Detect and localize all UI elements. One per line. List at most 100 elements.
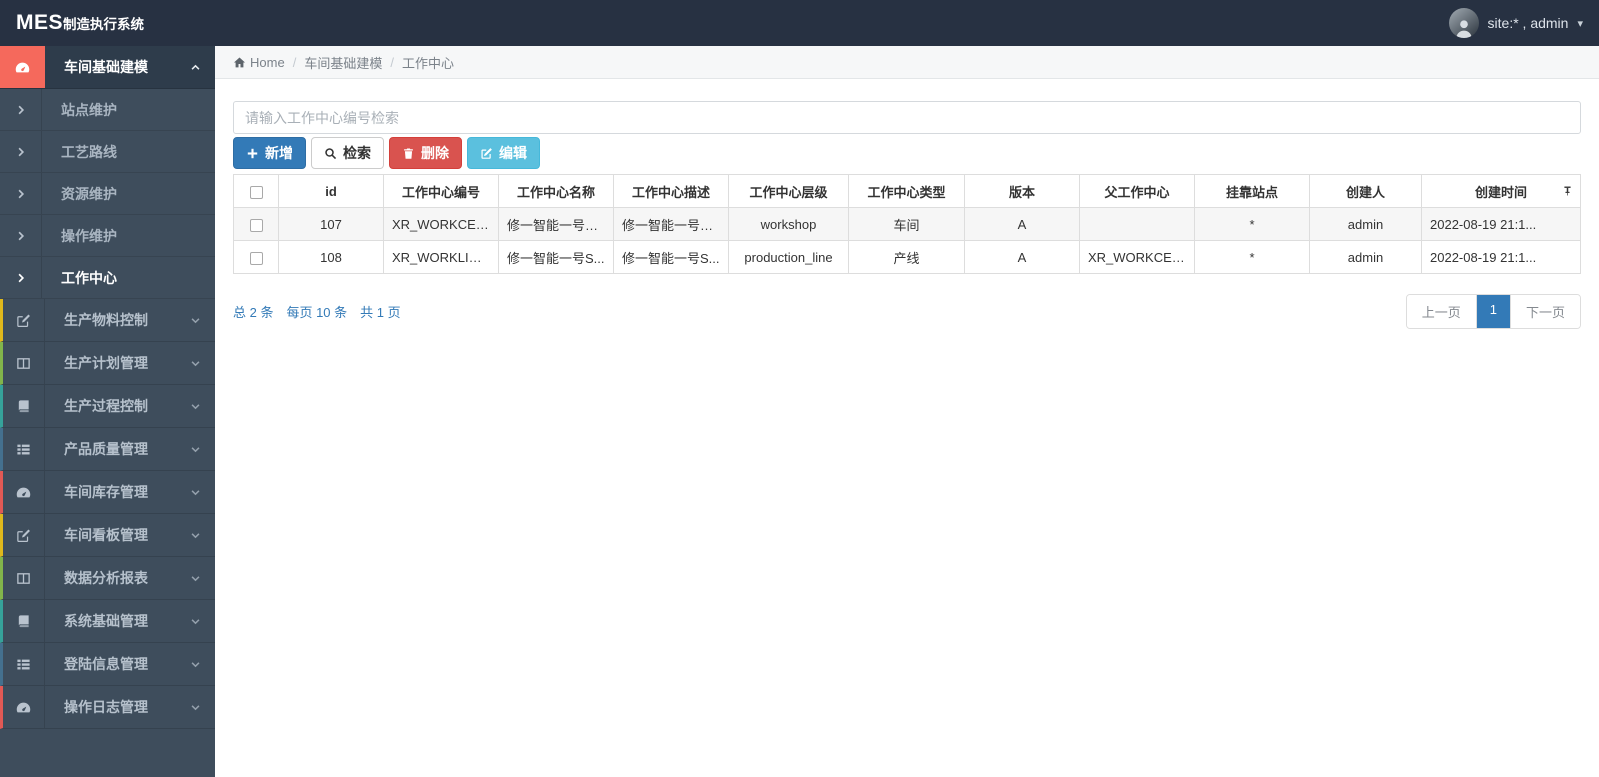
sidebar-item-label: 操作维护	[61, 227, 117, 244]
chevron-right-icon	[0, 89, 42, 130]
pagination-page-count[interactable]: 共 1 页	[360, 302, 400, 321]
pin-icon[interactable]	[1562, 186, 1573, 197]
add-button[interactable]: 新增	[233, 137, 306, 169]
cell-name: 修一智能一号S...	[498, 240, 614, 274]
user-menu[interactable]: site:* , admin ▾	[1448, 8, 1583, 38]
col-header-creator[interactable]: 创建人	[1309, 174, 1422, 208]
sidebar-section-system-basic-management[interactable]: 系统基础管理	[0, 600, 215, 643]
sidebar-section-workshop-modeling[interactable]: 车间基础建模	[0, 46, 215, 89]
cell-station: *	[1194, 240, 1310, 274]
row-checkbox[interactable]	[249, 218, 263, 232]
sidebar-section-inventory-management[interactable]: 车间库存管理	[0, 471, 215, 514]
col-header-version[interactable]: 版本	[964, 174, 1080, 208]
sidebar-item-work-center[interactable]: 工作中心	[0, 257, 215, 299]
col-header-parent[interactable]: 父工作中心	[1079, 174, 1195, 208]
chevron-right-icon	[0, 257, 42, 298]
col-header-created[interactable]: 创建时间	[1421, 174, 1581, 208]
list-icon	[3, 428, 45, 470]
sidebar-section-login-info-management[interactable]: 登陆信息管理	[0, 643, 215, 686]
row-checkbox[interactable]	[249, 251, 263, 265]
cell-code: XR_WORKLINE...	[383, 240, 499, 274]
sidebar-section-label: 车间看板管理	[64, 527, 148, 543]
cell-level: workshop	[728, 207, 849, 241]
breadcrumb-separator: /	[292, 54, 297, 70]
chevron-down-icon	[190, 401, 215, 412]
cell-code: XR_WORKCEN...	[383, 207, 499, 241]
sidebar-section-kanban-management[interactable]: 车间看板管理	[0, 514, 215, 557]
chevron-down-icon	[190, 444, 215, 455]
col-header-code[interactable]: 工作中心编号	[383, 174, 499, 208]
pagination: 总 2 条 每页 10 条 共 1 页 上一页 1 下一页	[233, 294, 1581, 329]
pagination-total[interactable]: 总 2 条	[233, 302, 273, 321]
sidebar-section-quality-management[interactable]: 产品质量管理	[0, 428, 215, 471]
cell-level: production_line	[728, 240, 849, 274]
book-icon	[3, 385, 45, 427]
col-header-name[interactable]: 工作中心名称	[498, 174, 614, 208]
columns-icon	[3, 557, 45, 599]
col-header-station[interactable]: 挂靠站点	[1194, 174, 1310, 208]
sidebar-item-label: 工艺路线	[61, 143, 117, 160]
sidebar-section-process-control[interactable]: 生产过程控制	[0, 385, 215, 428]
sidebar-section-plan-management[interactable]: 生产计划管理	[0, 342, 215, 385]
search-button-label: 检索	[343, 145, 371, 161]
breadcrumb: Home / 车间基础建模 / 工作中心	[215, 46, 1599, 79]
chevron-down-icon	[190, 358, 215, 369]
gauge-icon	[3, 471, 45, 513]
cell-id: 107	[278, 207, 384, 241]
chevron-right-icon	[0, 131, 42, 172]
sidebar-section-label: 数据分析报表	[64, 570, 148, 586]
sidebar-item-resource-maintenance[interactable]: 资源维护	[0, 173, 215, 215]
pencil-icon	[3, 514, 45, 556]
sidebar-section-label: 系统基础管理	[64, 613, 148, 629]
add-button-label: 新增	[265, 145, 293, 161]
gauge-icon	[3, 686, 45, 728]
table-row[interactable]: 108 XR_WORKLINE... 修一智能一号S... 修一智能一号S...…	[233, 240, 1581, 274]
sidebar-item-operation-maintenance[interactable]: 操作维护	[0, 215, 215, 257]
edit-button-label: 编辑	[499, 145, 527, 161]
search-button[interactable]: 检索	[311, 137, 384, 169]
sidebar-section-data-analysis-reports[interactable]: 数据分析报表	[0, 557, 215, 600]
next-page-button[interactable]: 下一页	[1509, 295, 1580, 328]
delete-button[interactable]: 删除	[389, 137, 462, 169]
chevron-down-icon	[190, 315, 215, 326]
sidebar-item-process-route[interactable]: 工艺路线	[0, 131, 215, 173]
breadcrumb-level1[interactable]: 车间基础建模	[304, 53, 382, 72]
col-header-level[interactable]: 工作中心层级	[728, 174, 849, 208]
user-avatar	[1448, 8, 1479, 38]
col-header-desc[interactable]: 工作中心描述	[613, 174, 729, 208]
prev-page-button[interactable]: 上一页	[1406, 295, 1477, 328]
row-checkbox-cell	[233, 240, 279, 274]
sidebar-section-operation-log-management[interactable]: 操作日志管理	[0, 686, 215, 729]
sidebar-item-label: 工作中心	[61, 269, 117, 286]
cell-creator: admin	[1309, 240, 1422, 274]
sidebar-section-material-control[interactable]: 生产物料控制	[0, 299, 215, 342]
chevron-down-icon	[190, 616, 215, 627]
edit-button[interactable]: 编辑	[467, 137, 540, 169]
sidebar-section-label: 登陆信息管理	[64, 656, 148, 672]
sidebar-section-label: 车间库存管理	[64, 484, 148, 500]
current-page-button[interactable]: 1	[1476, 295, 1510, 328]
columns-icon	[3, 342, 45, 384]
main-content: Home / 车间基础建模 / 工作中心 新增 检索 删除 编辑	[215, 46, 1599, 777]
sidebar-section-label: 生产计划管理	[64, 355, 148, 371]
breadcrumb-current: 工作中心	[401, 55, 454, 71]
breadcrumb-home[interactable]: Home	[250, 55, 285, 70]
pagination-per-page[interactable]: 每页 10 条	[286, 302, 347, 321]
table-row[interactable]: 107 XR_WORKCEN... 修一智能一号车间 修一智能一号车间 work…	[233, 207, 1581, 241]
pencil-icon	[3, 299, 45, 341]
col-header-type[interactable]: 工作中心类型	[848, 174, 965, 208]
sidebar-item-station-maintenance[interactable]: 站点维护	[0, 89, 215, 131]
cell-desc: 修一智能一号S...	[613, 240, 729, 274]
search-icon	[324, 147, 337, 160]
book-icon	[3, 600, 45, 642]
chevron-right-icon	[0, 215, 42, 256]
select-all-checkbox[interactable]	[249, 185, 263, 199]
cell-name: 修一智能一号车间	[498, 207, 614, 241]
search-input[interactable]	[233, 101, 1581, 134]
col-header-id[interactable]: id	[278, 174, 384, 208]
chevron-up-icon	[190, 62, 215, 73]
cell-creator: admin	[1309, 207, 1422, 241]
cell-type: 产线	[848, 240, 965, 274]
select-all-cell	[233, 174, 279, 208]
home-icon	[233, 56, 246, 69]
